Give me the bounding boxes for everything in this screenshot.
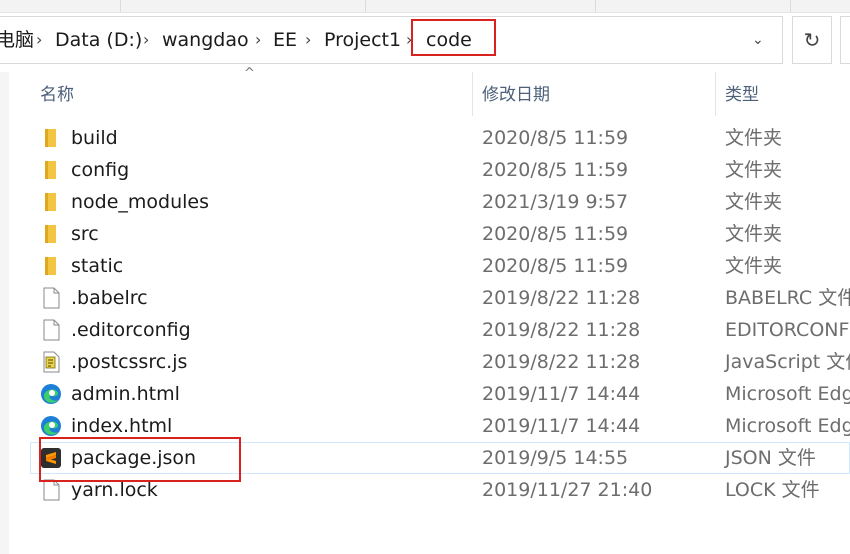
edge-icon — [40, 415, 62, 437]
file-name: src — [71, 223, 99, 245]
folder-icon — [40, 159, 62, 181]
ribbon-separator — [595, 0, 596, 12]
file-row-static[interactable]: static 2020/8/5 11:59 文件夹 — [30, 250, 850, 282]
breadcrumb-chevron-icon[interactable]: › — [255, 17, 261, 63]
script-file-icon — [40, 351, 62, 373]
file-name: config — [71, 159, 130, 181]
file-row-node-modules[interactable]: node_modules 2021/3/19 9:57 文件夹 — [30, 186, 850, 218]
column-separator[interactable] — [715, 72, 716, 116]
file-type: JavaScript 文件 — [725, 351, 850, 373]
folder-icon — [40, 127, 62, 149]
breadcrumb-chevron-icon[interactable]: › — [143, 17, 149, 63]
file-name: .babelrc — [71, 287, 148, 309]
file-date: 2019/8/22 11:28 — [482, 351, 641, 373]
file-type: JSON 文件 — [725, 447, 816, 469]
file-type: LOCK 文件 — [725, 479, 820, 501]
file-date: 2020/8/5 11:59 — [482, 255, 629, 277]
file-type: 文件夹 — [725, 159, 783, 181]
refresh-button[interactable]: ↻ — [792, 16, 832, 64]
file-icon — [40, 319, 62, 341]
breadcrumb-this-pc[interactable]: 电脑 — [0, 17, 34, 63]
file-type: BABELRC 文件 — [725, 287, 850, 309]
file-type: Microsoft Edge — [725, 415, 850, 437]
file-type: 文件夹 — [725, 255, 783, 277]
breadcrumb-data-drive[interactable]: Data (D:) — [55, 17, 142, 63]
file-date: 2019/9/5 14:55 — [482, 447, 629, 469]
breadcrumb-project1[interactable]: Project1 — [324, 17, 401, 63]
file-type: EDITORCONFIG — [725, 319, 850, 341]
file-name: .editorconfig — [71, 319, 191, 341]
file-date: 2020/8/5 11:59 — [482, 159, 629, 181]
file-date: 2020/8/5 11:59 — [482, 127, 629, 149]
folder-icon — [40, 191, 62, 213]
file-type: 文件夹 — [725, 191, 783, 213]
file-date: 2019/8/22 11:28 — [482, 319, 641, 341]
file-row-postcssrc[interactable]: .postcssrc.js 2019/8/22 11:28 JavaScript… — [30, 346, 850, 378]
breadcrumb-ee[interactable]: EE — [273, 17, 297, 63]
file-name: admin.html — [71, 383, 180, 405]
file-row-src[interactable]: src 2020/8/5 11:59 文件夹 — [30, 218, 850, 250]
breadcrumb-wangdao[interactable]: wangdao — [162, 17, 249, 63]
highlight-box-package-json — [39, 437, 241, 482]
file-name: build — [71, 127, 118, 149]
breadcrumb-chevron-icon[interactable]: › — [305, 17, 311, 63]
folder-icon — [40, 255, 62, 277]
file-date: 2019/8/22 11:28 — [482, 287, 641, 309]
breadcrumb-chevron-icon[interactable]: › — [36, 17, 42, 63]
highlight-box-code — [411, 19, 496, 56]
column-header-type[interactable]: 类型 — [725, 78, 759, 112]
address-bar[interactable]: 电脑 › Data (D:) › wangdao › EE › Project1… — [0, 16, 783, 64]
navigation-pane-edge — [0, 72, 9, 554]
file-icon — [40, 287, 62, 309]
address-history-chevron-down-icon[interactable]: ⌄ — [752, 17, 764, 63]
file-name: node_modules — [71, 191, 210, 213]
column-header-date[interactable]: 修改日期 — [482, 78, 550, 112]
file-type: 文件夹 — [725, 127, 783, 149]
file-row-admin-html[interactable]: admin.html 2019/11/7 14:44 Microsoft Edg… — [30, 378, 850, 410]
file-type: 文件夹 — [725, 223, 783, 245]
file-row-config[interactable]: config 2020/8/5 11:59 文件夹 — [30, 154, 850, 186]
column-separator[interactable] — [472, 72, 473, 116]
column-header-name[interactable]: 名称 — [40, 78, 74, 112]
edge-icon — [40, 383, 62, 405]
file-type: Microsoft Edge — [725, 383, 850, 405]
file-date: 2019/11/7 14:44 — [482, 415, 641, 437]
refresh-icon: ↻ — [803, 28, 821, 52]
ribbon-strip — [0, 0, 850, 13]
file-row-editorconfig[interactable]: .editorconfig 2019/8/22 11:28 EDITORCONF… — [30, 314, 850, 346]
sort-ascending-icon: ^ — [244, 66, 255, 81]
folder-icon — [40, 223, 62, 245]
file-date: 2019/11/27 21:40 — [482, 479, 653, 501]
ribbon-separator — [365, 0, 366, 12]
file-name: static — [71, 255, 124, 277]
ribbon-separator — [790, 0, 791, 12]
ribbon-separator — [120, 0, 121, 12]
file-name: .postcssrc.js — [71, 351, 188, 373]
file-date: 2019/11/7 14:44 — [482, 383, 641, 405]
file-date: 2020/8/5 11:59 — [482, 223, 629, 245]
file-row-build[interactable]: build 2020/8/5 11:59 文件夹 — [30, 122, 850, 154]
file-row-babelrc[interactable]: .babelrc 2019/8/22 11:28 BABELRC 文件 — [30, 282, 850, 314]
file-date: 2021/3/19 9:57 — [482, 191, 629, 213]
search-box[interactable] — [840, 16, 850, 64]
file-icon — [40, 479, 62, 501]
